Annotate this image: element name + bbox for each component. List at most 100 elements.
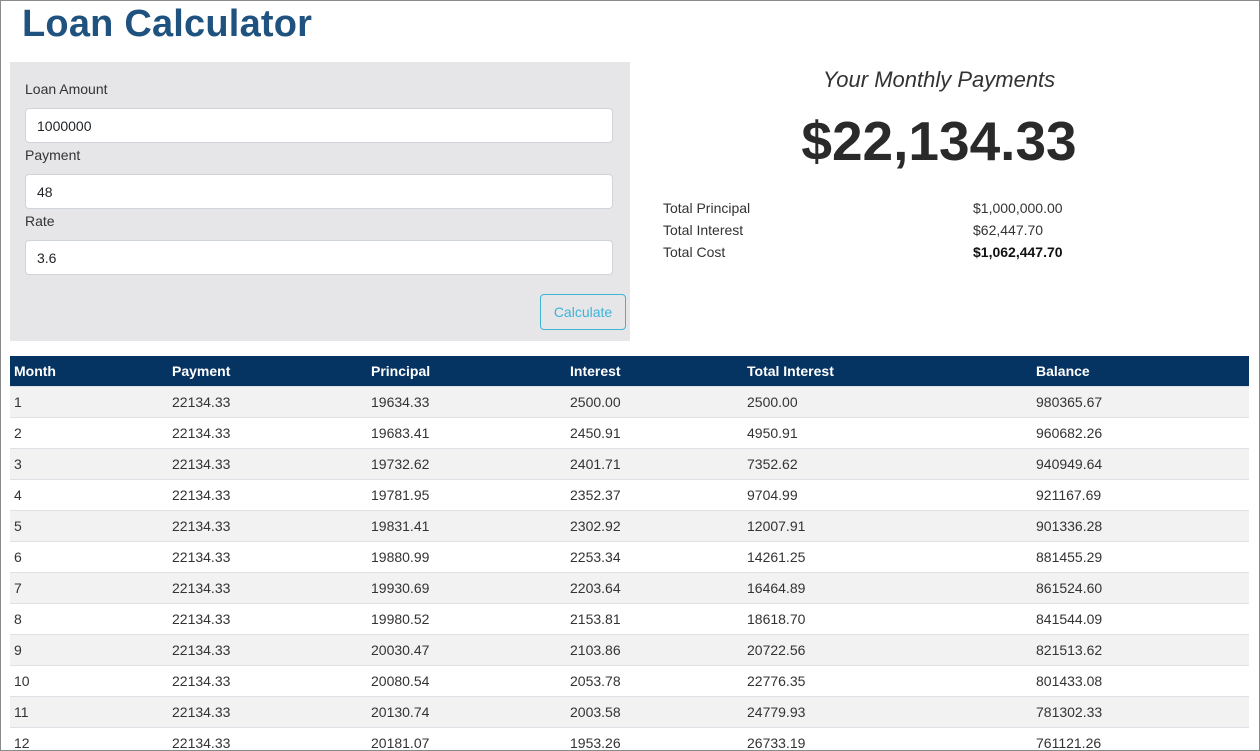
summary-label: Total Principal	[663, 200, 751, 216]
total-interest-cell: 26733.19	[743, 727, 1032, 750]
interest-cell: 2352.37	[566, 479, 743, 511]
column-header-month: Month	[10, 356, 168, 387]
balance-cell: 921167.69	[1032, 479, 1249, 511]
payment-cell: 22134.33	[168, 572, 367, 604]
app-window: Loan Calculator Loan Amount Payment Rate…	[0, 0, 1260, 751]
total-interest-cell: 16464.89	[743, 572, 1032, 604]
payment-cell: 22134.33	[168, 448, 367, 480]
payment-cell: 22134.33	[168, 727, 367, 750]
summary-value: $62,447.70	[973, 222, 1044, 238]
interest-cell: 2500.00	[566, 386, 743, 418]
balance-cell: 821513.62	[1032, 634, 1249, 666]
month-cell: 4	[10, 479, 168, 511]
table-row: 4 22134.33 19781.95 2352.37 9704.99 921167.69	[10, 479, 1249, 511]
payment-cell: 22134.33	[168, 696, 367, 728]
page-title: Loan Calculator	[22, 3, 313, 45]
column-header-interest: Interest	[566, 356, 743, 387]
interest-cell: 2450.91	[566, 417, 743, 449]
principal-cell: 20080.54	[367, 665, 566, 697]
payment-cell: 22134.33	[168, 603, 367, 635]
total-interest-cell: 24779.93	[743, 696, 1032, 728]
payment-input[interactable]	[25, 174, 613, 209]
month-cell: 5	[10, 510, 168, 542]
loan-amount-input[interactable]	[25, 108, 613, 143]
table-row: 9 22134.33 20030.47 2103.86 20722.56 821513.6…	[10, 634, 1249, 666]
rate-label: Rate	[25, 213, 55, 229]
table-body: 1 22134.33 19634.33 2500.00 2500.00 980365.67…	[10, 386, 1249, 750]
principal-cell: 20130.74	[367, 696, 566, 728]
month-cell: 2	[10, 417, 168, 449]
loan-amount-label: Loan Amount	[25, 81, 108, 97]
rate-input[interactable]	[25, 240, 613, 275]
table-row: 7 22134.33 19930.69 2203.64 16464.89 861524.6…	[10, 572, 1249, 604]
total-interest-cell: 12007.91	[743, 510, 1032, 542]
column-header-total-interest: Total Interest	[743, 356, 1032, 387]
payment-cell: 22134.33	[168, 541, 367, 573]
balance-cell: 940949.64	[1032, 448, 1249, 480]
balance-cell: 980365.67	[1032, 386, 1249, 418]
balance-cell: 901336.28	[1032, 510, 1249, 542]
month-cell: 11	[10, 696, 168, 728]
interest-cell: 1953.26	[566, 727, 743, 750]
balance-cell: 761121.26	[1032, 727, 1249, 750]
column-header-principal: Principal	[367, 356, 566, 387]
interest-cell: 2401.71	[566, 448, 743, 480]
principal-cell: 20030.47	[367, 634, 566, 666]
total-interest-cell: 22776.35	[743, 665, 1032, 697]
total-interest-cell: 9704.99	[743, 479, 1032, 511]
table-header-row: Month Payment Principal Interest Total I…	[10, 356, 1249, 387]
table-row: 12 22134.33 20181.07 1953.26 26733.19 761121.…	[10, 727, 1249, 750]
interest-cell: 2053.78	[566, 665, 743, 697]
month-cell: 7	[10, 572, 168, 604]
interest-cell: 2253.34	[566, 541, 743, 573]
interest-cell: 2302.92	[566, 510, 743, 542]
interest-cell: 2103.86	[566, 634, 743, 666]
principal-cell: 19831.41	[367, 510, 566, 542]
monthly-payment-amount: $22,134.33	[801, 110, 1077, 172]
principal-cell: 19880.99	[367, 541, 566, 573]
principal-cell: 20181.07	[367, 727, 566, 750]
table-row: 2 22134.33 19683.41 2450.91 4950.91 960682.26	[10, 417, 1249, 449]
calculate-button[interactable]: Calculate	[540, 294, 626, 330]
table-row: 5 22134.33 19831.41 2302.92 12007.91 901336.2…	[10, 510, 1249, 542]
payment-cell: 22134.33	[168, 386, 367, 418]
principal-cell: 19683.41	[367, 417, 566, 449]
total-interest-cell: 14261.25	[743, 541, 1032, 573]
month-cell: 8	[10, 603, 168, 635]
summary-row-total-interest: Total Interest $62,447.70	[663, 222, 1163, 244]
loan-form-panel: Loan Amount Payment Rate Calculate	[10, 62, 630, 341]
summary-label: Total Cost	[663, 244, 726, 260]
interest-cell: 2003.58	[566, 696, 743, 728]
month-cell: 1	[10, 386, 168, 418]
summary-label: Total Interest	[663, 222, 744, 238]
total-interest-cell: 7352.62	[743, 448, 1032, 480]
month-cell: 12	[10, 727, 168, 750]
summary-value: $1,062,447.70	[973, 244, 1063, 260]
total-interest-cell: 20722.56	[743, 634, 1032, 666]
column-header-payment: Payment	[168, 356, 367, 387]
payment-label: Payment	[25, 147, 81, 163]
amortization-table: Month Payment Principal Interest Total I…	[10, 356, 1249, 750]
interest-cell: 2203.64	[566, 572, 743, 604]
principal-cell: 19980.52	[367, 603, 566, 635]
month-cell: 3	[10, 448, 168, 480]
payment-cell: 22134.33	[168, 479, 367, 511]
total-interest-cell: 2500.00	[743, 386, 1032, 418]
payment-cell: 22134.33	[168, 417, 367, 449]
balance-cell: 881455.29	[1032, 541, 1249, 573]
table-row: 3 22134.33 19732.62 2401.71 7352.62 940949.64	[10, 448, 1249, 480]
month-cell: 10	[10, 665, 168, 697]
table-row: 1 22134.33 19634.33 2500.00 2500.00 980365.67	[10, 386, 1249, 418]
column-header-balance: Balance	[1032, 356, 1249, 387]
balance-cell: 861524.60	[1032, 572, 1249, 604]
interest-cell: 2153.81	[566, 603, 743, 635]
summary-row-total-cost: Total Cost $1,062,447.70	[663, 244, 1163, 266]
table-row: 10 22134.33 20080.54 2053.78 22776.35 801433.…	[10, 665, 1249, 697]
balance-cell: 841544.09	[1032, 603, 1249, 635]
summary-value: $1,000,000.00	[973, 200, 1063, 216]
total-interest-cell: 18618.70	[743, 603, 1032, 635]
payment-cell: 22134.33	[168, 665, 367, 697]
payment-cell: 22134.33	[168, 510, 367, 542]
month-cell: 6	[10, 541, 168, 573]
balance-cell: 960682.26	[1032, 417, 1249, 449]
